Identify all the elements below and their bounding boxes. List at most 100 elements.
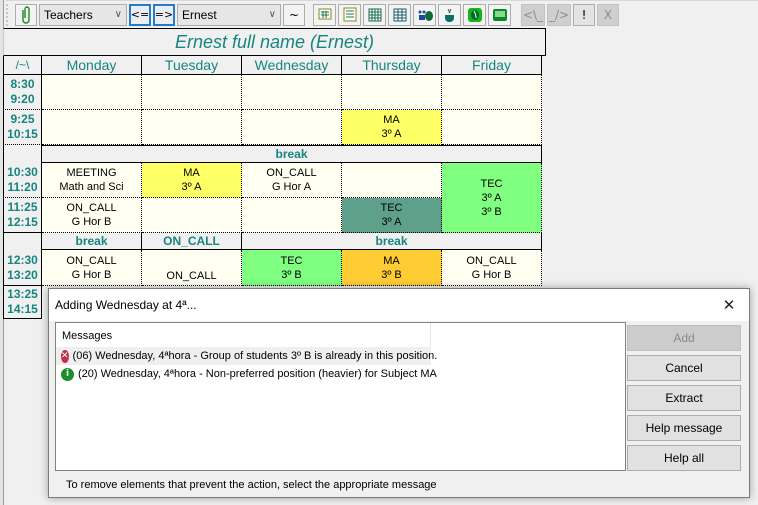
toolbar-grip[interactable] [6, 3, 10, 26]
grid-view-1-button[interactable] [313, 3, 336, 26]
on-call-break-cell[interactable]: ON_CALL [142, 233, 242, 250]
coffee-button[interactable] [438, 3, 461, 26]
add-button[interactable]: Add [627, 325, 741, 351]
chevron-down-icon: ∨ [268, 9, 276, 20]
message-item-error[interactable]: ✕ (06) Wednesday, 4ªhora - Group of stud… [56, 347, 437, 365]
period-time: 8:30 9:20 [3, 75, 42, 110]
extract-button[interactable]: Extract [627, 385, 741, 411]
timetable: Ernest full name (Ernest) /~\ Monday Tue… [3, 28, 546, 319]
lesson-cell[interactable]: ON_CALL [142, 250, 242, 286]
break-cell[interactable]: break [42, 145, 542, 163]
lesson-cell[interactable]: ON_CALL G Hor A [242, 163, 342, 198]
slot-cell[interactable] [242, 198, 342, 233]
close-icon[interactable]: ✕ [717, 296, 741, 314]
lesson-group: 3º A [381, 128, 402, 140]
slot-cell[interactable] [42, 110, 142, 145]
slot-cell[interactable] [42, 75, 142, 110]
card-button[interactable] [488, 3, 511, 26]
slot-cell[interactable] [442, 75, 542, 110]
previous-button[interactable]: <= [129, 3, 151, 26]
tilde-button[interactable]: ~ [283, 3, 305, 26]
lesson-cell[interactable]: ON_CALL G Hor B [442, 250, 542, 286]
lesson-cell-double[interactable]: TEC 3º A 3º B [442, 163, 542, 233]
next-button[interactable]: => [153, 3, 175, 26]
day-header-tuesday[interactable]: Tuesday [142, 56, 242, 75]
corner-cell: /~\ [3, 56, 42, 75]
lesson-cell[interactable]: MA 3º B [342, 250, 442, 286]
slot-cell[interactable] [142, 75, 242, 110]
people-button[interactable] [413, 3, 436, 26]
entity-select[interactable]: Ernest ∨ [177, 3, 281, 26]
lesson-group: 3º A [181, 181, 202, 193]
help-all-button[interactable]: Help all [627, 445, 741, 471]
period-start: 10:30 [7, 165, 38, 179]
cancel-button[interactable]: Cancel [627, 355, 741, 381]
dialog-buttons: Add Cancel Extract Help message Help all [627, 325, 741, 471]
grid-view-1-icon [318, 8, 331, 19]
slot-cell[interactable] [342, 75, 442, 110]
break-cell[interactable]: break [242, 233, 542, 250]
lesson-subject: ON_CALL [466, 254, 517, 267]
grid-view-4-button[interactable] [388, 3, 411, 26]
day-header-thursday[interactable]: Thursday [342, 56, 442, 75]
view-type-select[interactable]: Teachers ∨ [39, 3, 127, 26]
period-start: 13:25 [7, 287, 38, 301]
lesson-cell[interactable]: TEC 3º B [242, 250, 342, 286]
slot-cell[interactable] [142, 198, 242, 233]
lesson-subject: ON_CALL [66, 254, 117, 267]
view-type-value: Teachers [44, 7, 93, 22]
redo-button[interactable]: _/> [547, 3, 571, 26]
help-message-button[interactable]: Help message [627, 415, 741, 441]
undo-button[interactable]: <\_ [521, 3, 545, 26]
lesson-subject: MA [383, 114, 400, 126]
lesson-subject: MA [383, 254, 400, 267]
period-row: 9:25 10:15 MA 3º A [3, 110, 546, 145]
lesson-cell[interactable]: ON_CALL G Hor B [42, 250, 142, 286]
timetable-title: Ernest full name (Ernest) [3, 28, 546, 56]
day-header-monday[interactable]: Monday [42, 56, 142, 75]
dialog-titlebar[interactable]: Adding Wednesday at 4ª... ✕ [49, 289, 749, 321]
chevron-down-icon: ∨ [114, 9, 122, 20]
dialog-title: Adding Wednesday at 4ª... [55, 298, 197, 312]
day-header-friday[interactable]: Friday [442, 56, 542, 75]
card-icon [492, 8, 507, 21]
lesson-group: G Hor A [271, 181, 312, 193]
slot-cell[interactable] [242, 110, 342, 145]
lesson-group: Math and Sci [59, 181, 124, 193]
error-icon: ✕ [61, 349, 69, 363]
period-start: 11:25 [7, 200, 38, 214]
clear-button[interactable]: X [597, 3, 619, 26]
lesson-cell[interactable]: MEETING Math and Sci [42, 163, 142, 198]
grid-view-3-button[interactable] [363, 3, 386, 26]
lesson-cell[interactable]: MA 3º A [142, 163, 242, 198]
slot-cell[interactable] [142, 110, 242, 145]
message-item-info[interactable]: i (20) Wednesday, 4ªhora - Non-preferred… [56, 365, 625, 383]
grid-view-2-button[interactable] [338, 3, 361, 26]
lesson-subject: TEC [280, 254, 303, 267]
hand-button[interactable] [463, 3, 486, 26]
lesson-subject: ON_CALL [166, 270, 217, 282]
break-row: break [3, 145, 546, 163]
messages-header: Messages [56, 323, 625, 347]
lesson-subject: MEETING [66, 167, 117, 179]
period-end: 12:15 [7, 215, 38, 229]
slot-cell[interactable] [442, 110, 542, 145]
period-time: 9:25 10:15 [3, 110, 42, 145]
lesson-cell[interactable]: MA 3º A [342, 110, 442, 145]
period-start: 12:30 [7, 252, 38, 267]
message-text: (06) Wednesday, 4ªhora - Group of studen… [72, 350, 438, 362]
paperclip-button[interactable] [15, 3, 37, 26]
hand-icon [467, 7, 482, 22]
lesson-subject: TEC [380, 202, 403, 214]
slot-cell[interactable] [342, 163, 442, 198]
lesson-group: G Hor B [71, 268, 112, 281]
lesson-cell[interactable]: TEC 3º A [342, 198, 442, 233]
slot-cell[interactable] [242, 75, 342, 110]
day-header-wednesday[interactable]: Wednesday [242, 56, 342, 75]
break-cell[interactable]: break [42, 233, 142, 250]
messages-list[interactable]: Messages ✕ (06) Wednesday, 4ªhora - Grou… [55, 322, 626, 471]
lesson-cell[interactable]: ON_CALL G Hor B [42, 198, 142, 233]
paperclip-icon [22, 5, 30, 24]
messages-column-header[interactable]: Messages [56, 323, 431, 347]
warning-button[interactable]: ! [573, 3, 595, 26]
